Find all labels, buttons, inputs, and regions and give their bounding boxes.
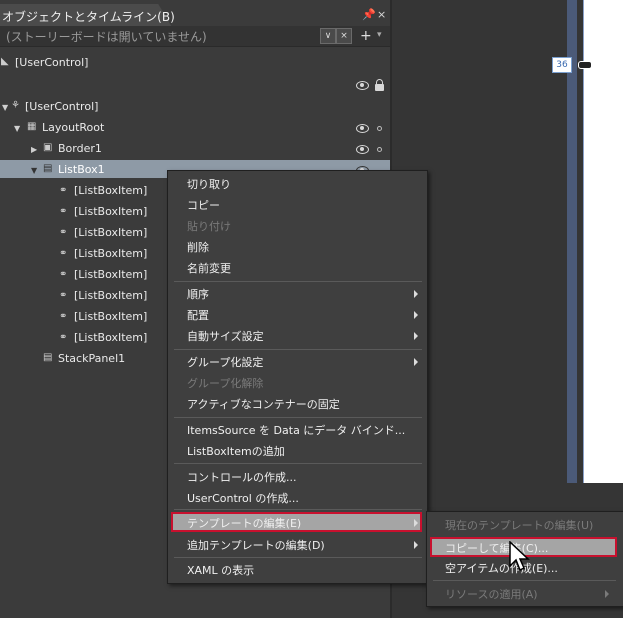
menu-item-bind-itemssource[interactable]: ItemsSource を Data にデータ バインド... xyxy=(187,422,405,438)
menu-item-align[interactable]: 配置 xyxy=(187,307,209,323)
menu-item-copy[interactable]: コピー xyxy=(187,197,220,213)
panel-title: オブジェクトとタイムライン(B) xyxy=(2,10,175,24)
tree-listboxitem[interactable]: [ListBoxItem] xyxy=(74,205,147,218)
submenu-item-apply-resource[interactable]: リソースの適用(A) xyxy=(445,586,538,602)
menu-item-rename[interactable]: 名前変更 xyxy=(187,260,231,276)
border-icon: ▣ xyxy=(43,142,53,153)
pin-icon[interactable]: 📌 xyxy=(362,8,376,21)
expand-triangle-icon[interactable]: ▼ xyxy=(31,166,37,175)
tree-listboxitem[interactable]: [ListBoxItem] xyxy=(74,310,147,323)
lock-dot-icon[interactable] xyxy=(377,126,382,131)
menu-item-make-control[interactable]: コントロールの作成... xyxy=(187,469,297,485)
submenu-arrow-icon xyxy=(414,311,418,319)
link-icon[interactable] xyxy=(578,61,592,69)
menu-separator xyxy=(174,509,422,510)
tree-layoutroot[interactable]: LayoutRoot xyxy=(42,121,104,134)
usercontrol-icon: ⚘ xyxy=(11,100,20,111)
menu-item-edit-additional-templates[interactable]: 追加テンプレートの編集(D) xyxy=(187,537,325,553)
menu-item-make-usercontrol[interactable]: UserControl の作成... xyxy=(187,490,299,506)
tree-listboxitem[interactable]: [ListBoxItem] xyxy=(74,268,147,281)
scene-icon: ◣ xyxy=(1,56,9,67)
tree-listboxitem[interactable]: [ListBoxItem] xyxy=(74,184,147,197)
submenu-item-edit-current[interactable]: 現在のテンプレートの編集(U) xyxy=(445,517,593,533)
menu-separator xyxy=(174,463,422,464)
submenu-arrow-icon xyxy=(414,358,418,366)
artboard-surface[interactable] xyxy=(583,0,623,483)
listboxitem-icon: ⚭ xyxy=(59,206,68,217)
submenu-arrow-icon xyxy=(414,519,418,527)
options-dropdown-icon[interactable]: ▾ xyxy=(377,30,382,40)
context-menu: 切り取り コピー 貼り付け 削除 名前変更 順序 配置 自動サイズ設定 グループ… xyxy=(167,170,428,584)
submenu-arrow-icon xyxy=(414,290,418,298)
eye-icon[interactable] xyxy=(356,124,369,133)
listboxitem-icon: ⚭ xyxy=(59,311,68,322)
submenu-arrow-icon xyxy=(414,332,418,340)
menu-item-delete[interactable]: 削除 xyxy=(187,239,209,255)
margin-value-badge: 36 xyxy=(552,57,572,73)
menu-separator xyxy=(174,417,422,418)
menu-item-ungroup[interactable]: グループ化解除 xyxy=(187,375,263,391)
listboxitem-icon: ⚭ xyxy=(59,290,68,301)
add-storyboard-button[interactable]: + xyxy=(360,28,372,44)
tree-scene-root[interactable]: [UserControl] xyxy=(15,56,88,69)
submenu-item-edit-copy[interactable]: コピーして編集(C)... xyxy=(445,540,548,556)
close-panel-button[interactable]: × xyxy=(377,8,386,21)
mouse-cursor-icon xyxy=(509,541,530,572)
tree-usercontrol[interactable]: [UserControl] xyxy=(25,100,98,113)
tree-stackpanel1[interactable]: StackPanel1 xyxy=(58,352,125,365)
lock-icon[interactable] xyxy=(375,79,384,91)
menu-item-paste[interactable]: 貼り付け xyxy=(187,218,231,234)
tree-listboxitem[interactable]: [ListBoxItem] xyxy=(74,247,147,260)
listboxitem-icon: ⚭ xyxy=(59,269,68,280)
tree-listboxitem[interactable]: [ListBoxItem] xyxy=(74,226,147,239)
menu-separator xyxy=(174,349,422,350)
close-storyboard-button[interactable]: × xyxy=(336,28,352,44)
menu-item-edit-template[interactable]: テンプレートの編集(E) xyxy=(187,515,301,531)
listboxitem-icon: ⚭ xyxy=(59,185,68,196)
expand-triangle-icon[interactable]: ▼ xyxy=(2,103,8,112)
menu-item-autosize[interactable]: 自動サイズ設定 xyxy=(187,328,264,344)
listboxitem-icon: ⚭ xyxy=(59,227,68,238)
listboxitem-icon: ⚭ xyxy=(59,332,68,343)
tree-border1[interactable]: Border1 xyxy=(58,142,102,155)
expand-triangle-icon[interactable]: ▼ xyxy=(14,124,20,133)
submenu-separator xyxy=(433,580,616,581)
menu-separator xyxy=(174,281,422,282)
tree-listbox1[interactable]: ListBox1 xyxy=(58,163,105,176)
grid-icon: ▦ xyxy=(27,121,37,132)
submenu-arrow-icon xyxy=(414,541,418,549)
submenu-item-create-empty[interactable]: 空アイテムの作成(E)... xyxy=(445,560,558,576)
menu-item-group-into[interactable]: グループ化設定 xyxy=(187,354,263,370)
stackpanel-icon: ▤ xyxy=(43,352,53,363)
menu-item-cut[interactable]: 切り取り xyxy=(187,176,231,192)
eye-icon[interactable] xyxy=(356,145,369,154)
listboxitem-icon: ⚭ xyxy=(59,248,68,259)
storyboard-dropdown-button[interactable]: ∨ xyxy=(320,28,336,44)
submenu-arrow-icon xyxy=(605,590,609,598)
tree-listboxitem[interactable]: [ListBoxItem] xyxy=(74,331,147,344)
collapse-triangle-icon[interactable]: ▶ xyxy=(31,145,37,154)
menu-separator xyxy=(174,557,422,558)
lock-dot-icon[interactable] xyxy=(377,147,382,152)
menu-item-add-listboxitem[interactable]: ListBoxItemの追加 xyxy=(187,443,285,459)
tree-listboxitem[interactable]: [ListBoxItem] xyxy=(74,289,147,302)
eye-icon[interactable] xyxy=(356,81,369,90)
menu-item-order[interactable]: 順序 xyxy=(187,286,209,302)
menu-item-view-xaml[interactable]: XAML の表示 xyxy=(187,562,254,578)
storyboard-selector[interactable]: (ストーリーボードは開いていません) xyxy=(6,28,207,45)
listbox-icon: ▤ xyxy=(43,163,53,174)
menu-item-pin-active-container[interactable]: アクティブなコンテナーの固定 xyxy=(187,396,340,412)
